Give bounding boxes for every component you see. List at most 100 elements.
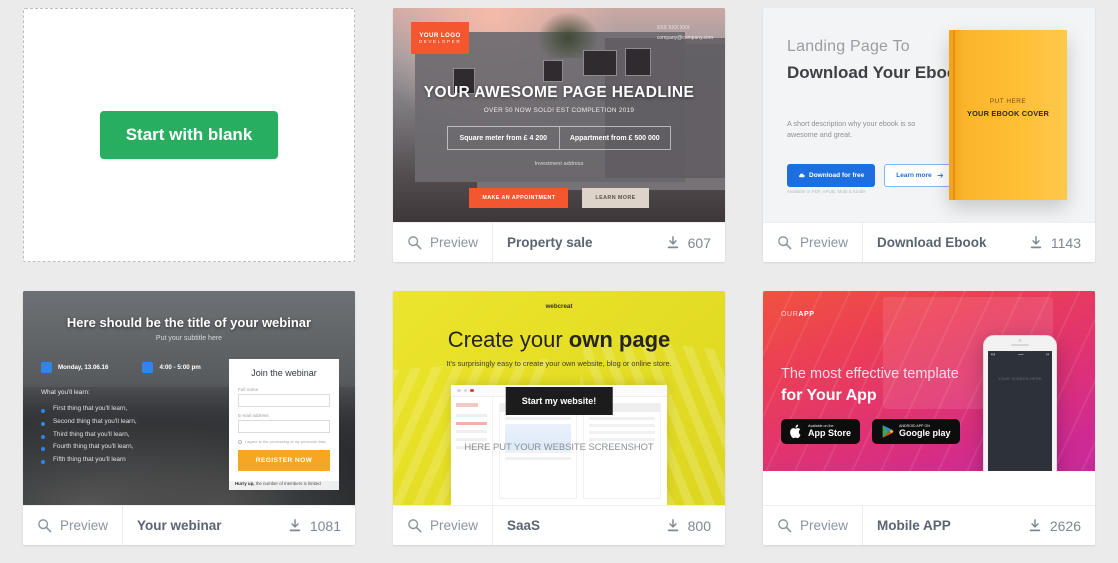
investment-address: Investment address [534,161,584,167]
list-item: First thing that you'll learn, [41,403,137,416]
preview-button[interactable]: Preview [763,506,864,545]
search-icon [407,518,422,533]
thumbnail-your-webinar[interactable]: Here should be the title of your webinar… [23,291,355,505]
card-footer: Preview Download Ebook 1143 [763,222,1095,262]
google-play-text: ANDROID APP ON Google play [899,424,951,438]
window-shape [583,50,617,76]
learn-more-label: Learn more [896,172,932,179]
hurry-bold: Hurry up, [235,481,255,486]
hurry-rest: the number of members is limited [254,481,321,486]
card-footer: Preview Mobile APP 2626 [763,505,1095,545]
app-heading-light: The most effective template [781,366,959,382]
form-consent: I agree to the processing of my personal… [238,439,330,444]
template-title: Your webinar [137,518,222,533]
statusbar-right: ▮▮ [1046,353,1049,356]
list-item: Third thing that you'll learn, [41,429,137,442]
store-badges: Available on the App Store ANDROID APP O… [781,419,960,444]
app-logo: OURAPP [781,311,815,318]
start-with-blank-button[interactable]: Start with blank [99,111,279,159]
template-gallery: Start with blank YOUR LOGO DEVELOPER XXX… [0,0,1118,563]
saas-subheading: It's surprisingly easy to create your ow… [446,359,672,368]
thumbnail-mobile-app[interactable]: OURAPP The most effective template for Y… [763,291,1095,505]
thumbnail-property-sale[interactable]: YOUR LOGO DEVELOPER XXX XXX XXX company@… [393,8,725,222]
mockup-line [505,457,571,460]
template-card-property-sale[interactable]: YOUR LOGO DEVELOPER XXX XXX XXX company@… [393,8,725,262]
cloud-download-icon [798,172,805,179]
webinar-time: 4:00 - 5:00 pm [142,362,201,373]
form-title: Join the webinar [251,368,317,378]
download-free-label: Download for free [809,172,865,179]
statusbar-left: ▮▮▮ [991,353,996,356]
template-title: Property sale [507,235,593,250]
apple-icon [790,424,803,439]
webinar-signup-form: Join the webinar Full name E-mail addres… [229,359,339,481]
browser-dot-icon [470,388,474,393]
ebook-description: A short description why your ebook is so… [787,119,916,140]
start-my-website-button: Start my website! [505,387,613,415]
template-card-mobile-app[interactable]: OURAPP The most effective template for Y… [763,291,1095,545]
camera-icon [1018,339,1022,342]
google-play-big: Google play [899,427,951,438]
form-consent-label: I agree to the processing of my personal… [245,439,329,444]
ebook-cover-line1: PUT HERE [989,98,1027,105]
bottom-white-section [763,471,1095,505]
statusbar-center: ▬▬ [1018,353,1024,356]
template-card-your-webinar[interactable]: Here should be the title of your webinar… [23,291,355,545]
preview-button[interactable]: Preview [763,223,864,262]
template-title: Download Ebook [877,235,987,250]
mockup-line [456,414,487,417]
google-play-small: ANDROID APP ON [899,424,930,429]
logo-subtitle: DEVELOPER [418,38,462,44]
phone-screen-label: YOUR SCREEN HERE [998,377,1042,381]
webinar-meta: Monday, 13.06.16 4:00 - 5:00 pm [41,362,201,373]
window-shape [543,60,563,82]
template-card-download-ebook[interactable]: Landing Page To Download Your Ebook A sh… [763,8,1095,262]
headline: YOUR AWESOME PAGE HEADLINE [423,84,695,101]
template-title: SaaS [507,518,541,533]
screenshot-placeholder-label: HERE PUT YOUR WEBSITE SCREENSHOT [464,441,654,452]
download-count-value: 607 [687,234,711,251]
preview-button[interactable]: Preview [393,506,494,545]
preview-button[interactable]: Preview [23,506,124,545]
price-boxes: Square meter from £ 4 200 Appartment fro… [447,126,671,150]
preview-button[interactable]: Preview [393,223,494,262]
preview-label: Preview [800,518,849,533]
download-count-value: 800 [687,517,711,534]
logo-bold: APP [798,311,815,318]
thumbnail-download-ebook[interactable]: Landing Page To Download Your Ebook A sh… [763,8,1095,222]
download-icon [1029,235,1043,250]
webinar-subtitle: Put your subtitle here [155,335,223,342]
download-count-value: 1143 [1050,234,1081,251]
mockup-line [456,430,487,433]
register-now-button: REGISTER NOW [238,450,330,471]
preview-label: Preview [60,518,109,533]
webinar-learn-heading: What you'll learn: [41,389,90,396]
download-icon [288,518,302,533]
ebook-cover: PUT HERE YOUR EBOOK COVER [949,30,1067,200]
appointment-button: MAKE AN APPOINTMENT [469,188,569,208]
ebook-heading-bold: Download Your Ebook [787,63,967,82]
contact-phone: XXX XXX XXX [656,25,690,31]
search-icon [407,235,422,250]
clock-icon [142,362,154,373]
download-icon [1028,518,1042,533]
download-count: 800 [652,506,725,545]
template-card-saas[interactable]: webcreat Create your own page It's surpr… [393,291,725,545]
phone-statusbar: ▮▮▮ ▬▬ ▮▮ [988,351,1052,358]
search-icon [37,518,52,533]
mockup-line [456,422,487,425]
app-store-big: App Store [808,427,852,438]
form-input-email [238,420,330,433]
start-with-blank-card[interactable]: Start with blank [23,8,355,262]
thumb-buttons: MAKE AN APPOINTMENT LEARN MORE [393,188,725,208]
saas-heading: Create your own page [393,327,725,353]
preview-label: Preview [800,235,849,250]
mockup-line [589,431,655,434]
browser-dot-icon [463,388,467,393]
search-icon [777,235,792,250]
download-count-value: 1081 [309,517,341,534]
price-box-left: Square meter from £ 4 200 [448,127,560,149]
thumbnail-saas[interactable]: webcreat Create your own page It's surpr… [393,291,725,505]
template-title: Mobile APP [877,518,951,533]
ebook-availability: Available in PDF, ePUB, Mobi & Kindle [787,189,866,194]
